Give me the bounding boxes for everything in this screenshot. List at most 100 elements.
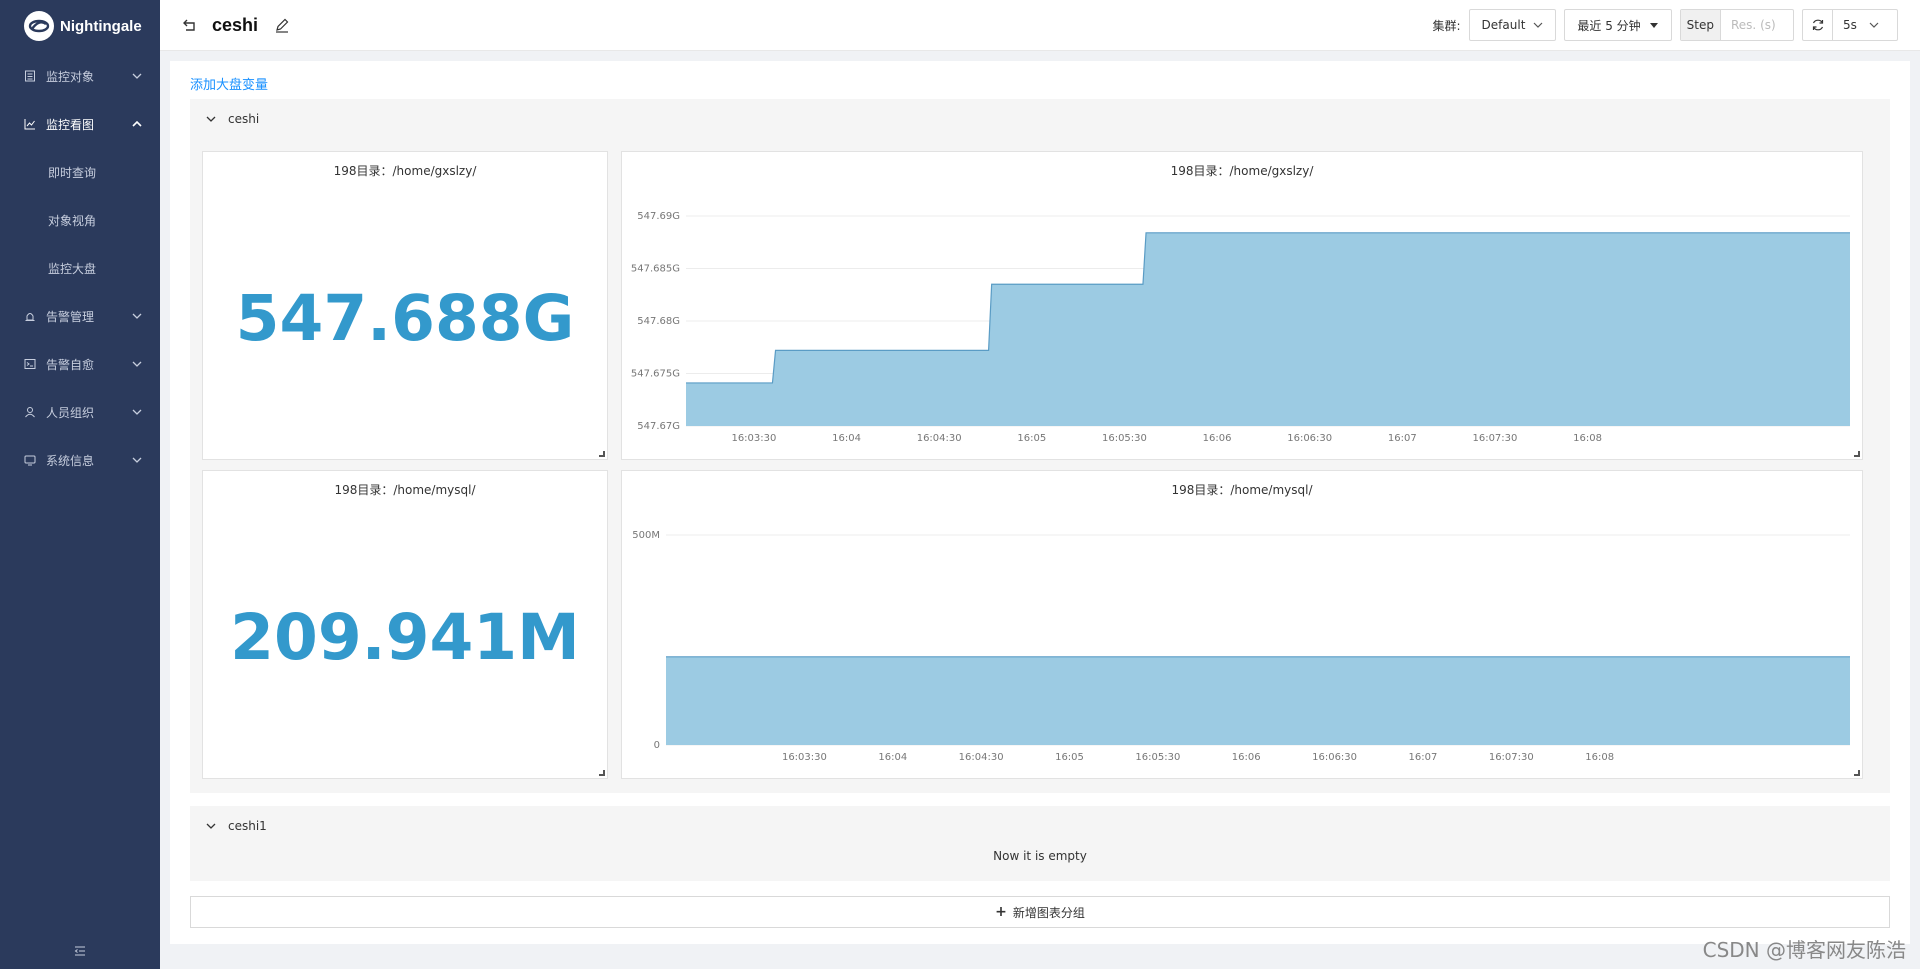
add-variable-link[interactable]: 添加大盘变量 (190, 74, 268, 93)
x-tick-label: 16:06 (1232, 752, 1261, 763)
stat-value: 547.688G (235, 282, 575, 355)
chart-icon (24, 118, 36, 130)
header: ceshi 集群: Default 最近 5 分钟 Step Res. (s) … (160, 0, 1920, 51)
list-icon (24, 70, 36, 82)
chevron-down-icon (132, 457, 142, 463)
x-tick-label: 16:04 (832, 433, 861, 444)
sidebar-item-label: 告警自愈 (46, 357, 95, 372)
sidebar-item-label: 系统信息 (46, 453, 95, 468)
add-chart-group-button[interactable]: + 新增图表分组 (190, 896, 1890, 928)
time-range-select[interactable]: 最近 5 分钟 (1564, 9, 1672, 41)
x-tick-label: 16:07:30 (1472, 433, 1517, 444)
chart-group-ceshi1: ceshi1 Now it is empty (190, 806, 1890, 881)
chevron-down-icon (132, 73, 142, 79)
y-tick-label: 547.68G (637, 316, 680, 327)
back-icon[interactable] (182, 17, 198, 33)
terminal-icon (24, 358, 36, 370)
edit-icon[interactable] (274, 17, 290, 33)
group-header[interactable]: ceshi1 (190, 806, 1890, 846)
y-tick-label: 547.675G (631, 369, 680, 380)
panel-title: 198目录：/home/mysql/ (334, 483, 476, 497)
step-input[interactable]: Res. (s) (1721, 10, 1793, 40)
sidebar-item-people-org[interactable]: 人员组织 (0, 388, 160, 436)
sidebar-item-alert-management[interactable]: 告警管理 (0, 292, 160, 340)
step-group: Step Res. (s) (1679, 9, 1794, 41)
series-area (686, 232, 1850, 426)
area-chart: 547.67G 547.675G 547.68G 547.685G 547.69G 16:… (631, 211, 1850, 444)
watermark: CSDN @博客网友陈浩 (1702, 938, 1906, 962)
resize-handle[interactable] (599, 451, 605, 457)
dashboard-content: 添加大盘变量 ceshi 198目录：/home/gxslzy/ 547.688… (170, 61, 1910, 944)
x-tick-label: 16:04:30 (959, 752, 1004, 763)
time-range-value: 最近 5 分钟 (1577, 18, 1641, 33)
refresh-interval-select[interactable]: 5s (1833, 10, 1897, 40)
cluster-select-value: Default (1481, 18, 1526, 32)
logo-text: Nightingale (60, 17, 142, 35)
sidebar-item-dashboards[interactable]: 监控看图 (0, 100, 160, 148)
sidebar-item-label: 监控看图 (46, 117, 95, 132)
user-icon (24, 406, 36, 418)
resize-handle[interactable] (1854, 451, 1860, 457)
sidebar: Nightingale 监控对象 监控看图 即时查询 对象视角 监控大盘 告警管… (0, 0, 160, 969)
x-tick-label: 16:08 (1585, 752, 1614, 763)
sidebar-item-alert-self-healing[interactable]: 告警自愈 (0, 340, 160, 388)
x-tick-label: 16:05:30 (1102, 433, 1147, 444)
x-tick-label: 16:03:30 (731, 433, 776, 444)
x-tick-label: 16:05:30 (1135, 752, 1180, 763)
header-controls: 集群: Default 最近 5 分钟 Step Res. (s) 5s (1433, 9, 1898, 41)
stat-panel[interactable]: 198目录：/home/mysql/ 209.941M (202, 470, 608, 779)
area-chart: 0 500M 16:03:30 16:04 16:04:30 16:05 16:05:30 1… (632, 530, 1850, 763)
x-tick-label: 16:07 (1388, 433, 1417, 444)
y-tick-label: 547.685G (631, 264, 680, 275)
x-tick-label: 16:04:30 (917, 433, 962, 444)
empty-text: Now it is empty (993, 849, 1087, 863)
panel-title: 198目录：/home/gxslzy/ (333, 164, 477, 178)
logo-icon (24, 11, 54, 41)
series-area (666, 656, 1850, 745)
chevron-down-icon (132, 409, 142, 415)
x-tick-label: 16:06:30 (1287, 433, 1332, 444)
stat-panel[interactable]: 198目录：/home/gxslzy/ 547.688G (202, 151, 608, 460)
submenu-item-object-view[interactable]: 对象视角 (0, 196, 160, 244)
x-tick-label: 16:08 (1573, 433, 1602, 444)
logo[interactable]: Nightingale (0, 0, 160, 52)
chevron-down-icon (1869, 22, 1879, 28)
resize-handle[interactable] (1854, 770, 1860, 776)
group-name: ceshi (228, 112, 260, 126)
resize-handle[interactable] (599, 770, 605, 776)
chevron-up-icon (132, 120, 142, 127)
chevron-down-icon (1533, 22, 1543, 28)
refresh-icon (1812, 19, 1823, 31)
sidebar-item-monitor-objects[interactable]: 监控对象 (0, 52, 160, 100)
y-tick-label: 0 (654, 740, 660, 751)
chevron-down-icon (206, 116, 216, 122)
plus-icon: + (995, 904, 1007, 920)
y-tick-label: 547.69G (637, 211, 680, 222)
y-tick-label: 547.67G (637, 421, 680, 432)
sidebar-item-label: 监控对象 (46, 69, 95, 84)
area-chart-panel[interactable]: 198目录：/home/mysql/ 0 500M 16:03:30 16:04 16:… (621, 470, 1863, 779)
dashboard-title: ceshi (212, 14, 259, 35)
cluster-select[interactable]: Default (1468, 9, 1557, 41)
submenu-item-dashboard[interactable]: 监控大盘 (0, 244, 160, 292)
sidebar-item-system-info[interactable]: 系统信息 (0, 436, 160, 484)
y-tick-label: 500M (632, 530, 660, 541)
refresh-button[interactable] (1803, 10, 1833, 40)
submenu-item-instant-query[interactable]: 即时查询 (0, 148, 160, 196)
group-header[interactable]: ceshi (190, 99, 1890, 139)
x-tick-label: 16:05 (1017, 433, 1046, 444)
alarm-icon (24, 310, 36, 322)
add-chart-group-label: 新增图表分组 (1012, 905, 1085, 920)
step-label: Step (1680, 10, 1721, 40)
sidebar-item-label: 人员组织 (46, 405, 95, 420)
x-tick-label: 16:07:30 (1489, 752, 1534, 763)
menu-fold-icon[interactable] (74, 945, 86, 957)
caret-down-icon (1649, 23, 1658, 28)
x-tick-label: 16:05 (1055, 752, 1084, 763)
sidebar-item-label: 告警管理 (46, 309, 95, 324)
area-chart-panel[interactable]: 198目录：/home/gxslzy/ 547.67G 547.675G 547.6… (621, 151, 1863, 460)
refresh-group: 5s (1802, 9, 1898, 41)
x-tick-label: 16:04 (878, 752, 907, 763)
chevron-down-icon (132, 361, 142, 367)
chevron-down-icon (132, 313, 142, 319)
